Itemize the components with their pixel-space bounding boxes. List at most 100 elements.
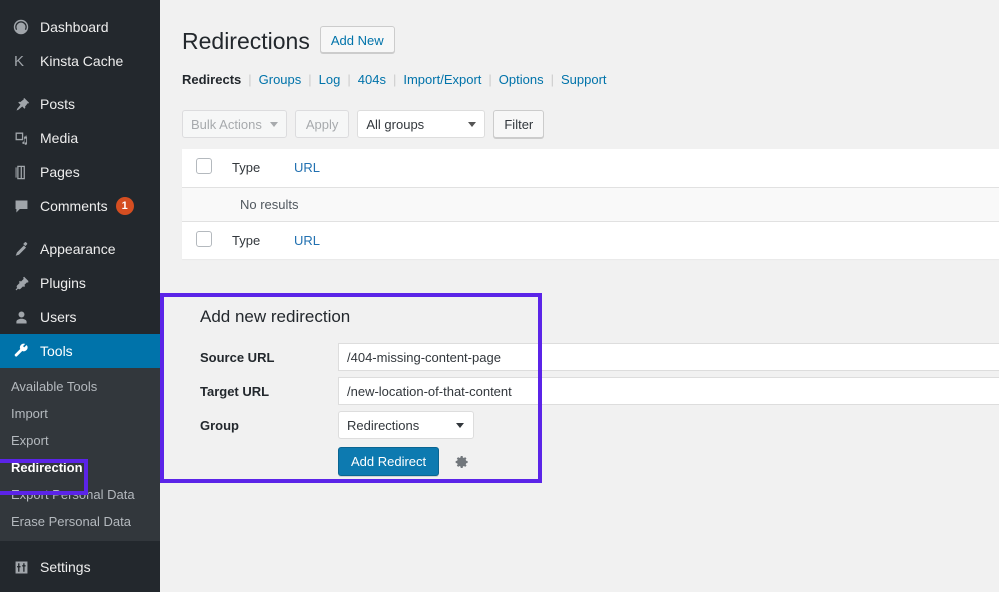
submenu-item-export[interactable]: Export bbox=[0, 427, 160, 454]
filter-button[interactable]: Filter bbox=[493, 110, 544, 138]
group-select[interactable]: Redirections bbox=[338, 411, 474, 439]
source-url-input[interactable] bbox=[338, 343, 999, 371]
wrench-icon bbox=[11, 341, 31, 361]
group-label: Group bbox=[200, 418, 338, 433]
sidebar-item-appearance[interactable]: Appearance bbox=[0, 232, 160, 266]
sidebar-item-label: Dashboard bbox=[40, 19, 109, 35]
add-redirect-button[interactable]: Add Redirect bbox=[338, 447, 439, 476]
comment-icon bbox=[11, 196, 31, 216]
sidebar-item-comments[interactable]: Comments 1 bbox=[0, 189, 160, 223]
select-all-checkbox-footer[interactable] bbox=[196, 231, 212, 247]
kinsta-k-icon: K bbox=[11, 51, 31, 71]
column-header-type: Type bbox=[222, 149, 284, 187]
redirects-table: Type URL No results bbox=[182, 149, 999, 259]
sidebar-item-label: Tools bbox=[40, 343, 73, 359]
bulk-actions-value: Bulk Actions bbox=[191, 117, 262, 132]
media-icon bbox=[11, 128, 31, 148]
source-url-row: Source URL bbox=[200, 343, 999, 371]
tab-support[interactable]: Support bbox=[561, 72, 607, 87]
sidebar-item-pages[interactable]: Pages bbox=[0, 155, 160, 189]
sidebar-item-media[interactable]: Media bbox=[0, 121, 160, 155]
sort-by-url-link[interactable]: URL bbox=[294, 160, 320, 175]
sidebar-item-plugins[interactable]: Plugins bbox=[0, 266, 160, 300]
submit-row: Add Redirect bbox=[200, 447, 999, 476]
table-row-empty: No results bbox=[182, 187, 999, 221]
add-new-redirection-panel: Add new redirection Source URL Target UR… bbox=[182, 291, 999, 500]
tools-submenu: Available Tools Import Export Redirectio… bbox=[0, 368, 160, 541]
add-form-title: Add new redirection bbox=[200, 307, 999, 327]
chevron-down-icon bbox=[468, 122, 476, 127]
submenu-item-import[interactable]: Import bbox=[0, 400, 160, 427]
svg-text:K: K bbox=[14, 53, 24, 69]
apply-button[interactable]: Apply bbox=[295, 110, 350, 138]
tab-404s[interactable]: 404s bbox=[358, 72, 386, 87]
group-filter-value: All groups bbox=[366, 117, 424, 132]
sidebar-separator bbox=[0, 223, 160, 232]
submenu-item-available-tools[interactable]: Available Tools bbox=[0, 373, 160, 400]
target-url-label: Target URL bbox=[200, 384, 338, 399]
table-toolbar: Bulk Actions Apply All groups Filter bbox=[182, 109, 999, 139]
column-header-url: URL bbox=[284, 149, 999, 187]
admin-sidebar: Dashboard K Kinsta Cache Posts Media bbox=[0, 0, 160, 592]
gear-icon[interactable] bbox=[453, 453, 471, 471]
sidebar-item-label: Plugins bbox=[40, 275, 86, 291]
tab-divider: | bbox=[347, 72, 350, 87]
group-filter-select[interactable]: All groups bbox=[357, 110, 485, 138]
sidebar-item-kinsta-cache[interactable]: K Kinsta Cache bbox=[0, 44, 160, 78]
tab-log[interactable]: Log bbox=[319, 72, 341, 87]
sidebar-item-tools[interactable]: Tools bbox=[0, 334, 160, 368]
tab-import-export[interactable]: Import/Export bbox=[403, 72, 481, 87]
column-footer-url: URL bbox=[284, 221, 999, 259]
sidebar-separator bbox=[0, 78, 160, 87]
tab-divider: | bbox=[551, 72, 554, 87]
sort-by-url-link-footer[interactable]: URL bbox=[294, 233, 320, 248]
pin-icon bbox=[11, 94, 31, 114]
source-url-label: Source URL bbox=[200, 350, 338, 365]
tab-divider: | bbox=[488, 72, 491, 87]
tab-redirects[interactable]: Redirects bbox=[182, 72, 241, 87]
brush-icon bbox=[11, 239, 31, 259]
column-footer-type: Type bbox=[222, 221, 284, 259]
sidebar-item-label: Kinsta Cache bbox=[40, 53, 123, 69]
sidebar-item-label: Users bbox=[40, 309, 77, 325]
tab-divider: | bbox=[393, 72, 396, 87]
chevron-down-icon bbox=[270, 122, 278, 127]
tab-options[interactable]: Options bbox=[499, 72, 544, 87]
table-body: No results bbox=[182, 187, 999, 221]
sidebar-item-label: Appearance bbox=[40, 241, 116, 257]
main-content: Redirections Add New Redirects | Groups … bbox=[160, 0, 999, 592]
submenu-item-export-personal-data[interactable]: Export Personal Data bbox=[0, 481, 160, 508]
group-select-value: Redirections bbox=[347, 418, 419, 433]
sidebar-item-posts[interactable]: Posts bbox=[0, 87, 160, 121]
sub-navigation-tabs: Redirects | Groups | Log | 404s | Import… bbox=[182, 72, 999, 87]
page-header: Redirections Add New bbox=[182, 10, 999, 62]
no-results-message: No results bbox=[182, 187, 999, 221]
current-menu-arrow bbox=[160, 343, 168, 359]
sidebar-item-label: Pages bbox=[40, 164, 80, 180]
table-head: Type URL bbox=[182, 149, 999, 187]
plug-icon bbox=[11, 273, 31, 293]
sliders-icon bbox=[11, 557, 31, 577]
select-all-header bbox=[182, 149, 222, 187]
sidebar-item-label: Settings bbox=[40, 559, 91, 575]
bulk-actions-select[interactable]: Bulk Actions bbox=[182, 110, 287, 138]
add-new-button[interactable]: Add New bbox=[320, 26, 395, 53]
sidebar-item-settings[interactable]: Settings bbox=[0, 550, 160, 584]
sidebar-item-dashboard[interactable]: Dashboard bbox=[0, 10, 160, 44]
tab-groups[interactable]: Groups bbox=[259, 72, 302, 87]
submenu-item-redirection[interactable]: Redirection bbox=[0, 454, 160, 481]
sidebar-item-users[interactable]: Users bbox=[0, 300, 160, 334]
select-all-checkbox[interactable] bbox=[196, 158, 212, 174]
target-url-input[interactable] bbox=[338, 377, 999, 405]
sidebar-separator bbox=[0, 541, 160, 550]
sidebar-item-label: Media bbox=[40, 130, 78, 146]
select-all-footer bbox=[182, 221, 222, 259]
submenu-item-erase-personal-data[interactable]: Erase Personal Data bbox=[0, 508, 160, 535]
sidebar-item-label: Comments bbox=[40, 198, 108, 214]
sidebar-item-label: Posts bbox=[40, 96, 75, 112]
tab-divider: | bbox=[248, 72, 251, 87]
tab-divider: | bbox=[308, 72, 311, 87]
chevron-down-icon bbox=[456, 423, 464, 428]
table-footer-row: Type URL bbox=[182, 221, 999, 259]
table-header-row: Type URL bbox=[182, 149, 999, 187]
